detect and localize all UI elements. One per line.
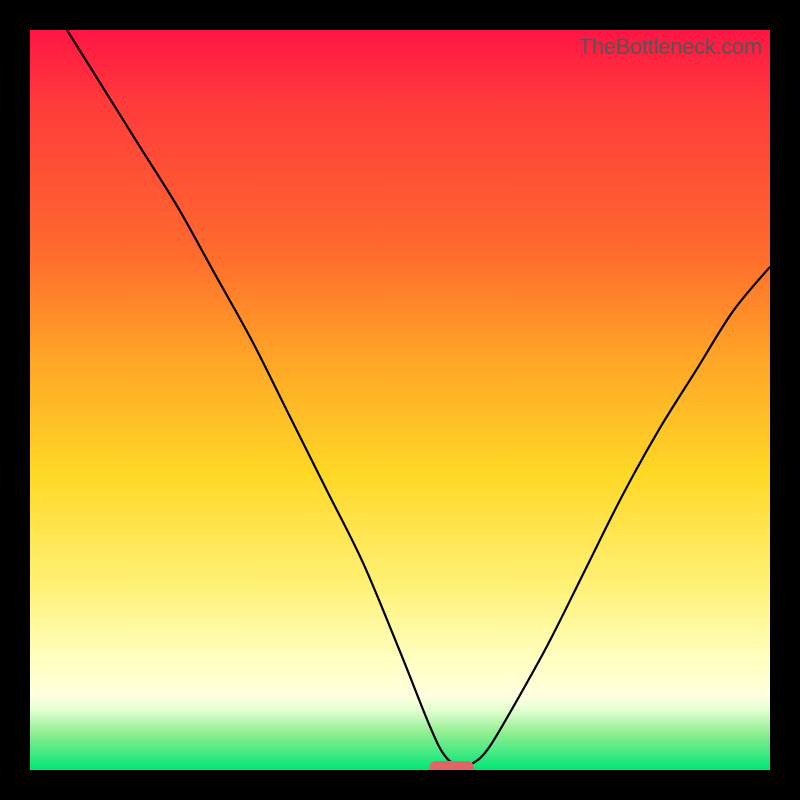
bottleneck-curve — [30, 30, 770, 770]
chart-container: TheBottleneck.com — [0, 0, 800, 800]
optimal-point-marker — [430, 761, 474, 770]
plot-area: TheBottleneck.com — [30, 30, 770, 770]
curve-line — [67, 30, 770, 767]
